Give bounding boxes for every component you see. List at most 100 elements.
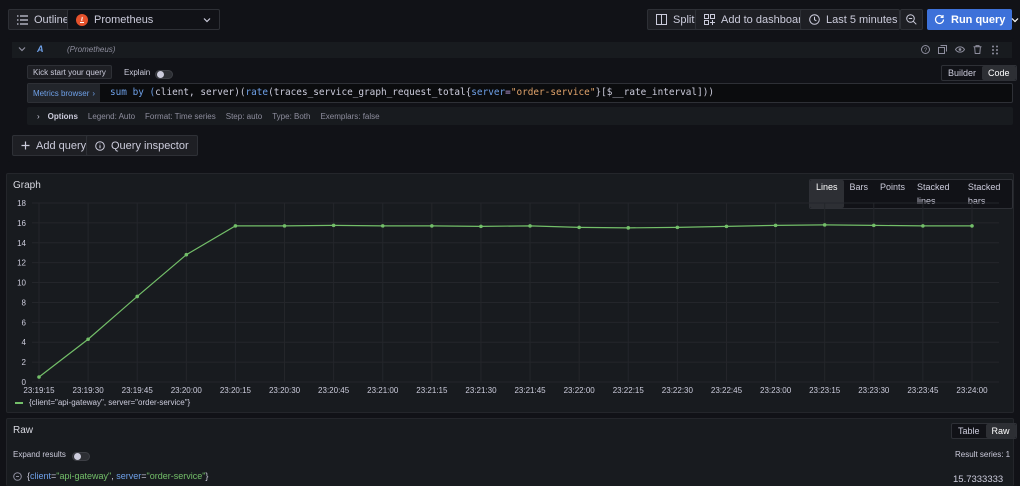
data-point [479, 224, 483, 229]
query-inspector-button[interactable]: Query inspector [86, 135, 198, 156]
run-query-button[interactable]: Run query [927, 9, 1019, 30]
raw-title: Raw [13, 425, 34, 436]
options-label: Options [47, 111, 78, 121]
data-point [184, 252, 189, 257]
time-range-picker[interactable]: Last 5 minutes [800, 9, 911, 30]
y-tick-label: 18 [17, 199, 26, 208]
raw-value-clip: 15.7333333 [953, 471, 1009, 484]
raw-series-labels[interactable]: {client="api-gateway", server="order-ser… [27, 471, 208, 481]
raw-result-value: 15.7333333 [953, 474, 1004, 484]
x-tick-label: 23:23:30 [858, 386, 890, 395]
data-point [37, 375, 41, 379]
x-tick-label: 23:21:30 [465, 386, 497, 395]
split-label: Split [673, 13, 695, 26]
plus-icon [21, 141, 30, 150]
y-tick-label: 2 [22, 358, 27, 367]
x-tick-label: 23:20:30 [269, 386, 301, 395]
chevron-down-icon [203, 17, 211, 23]
data-point [577, 225, 581, 230]
x-tick-label: 23:20:15 [220, 386, 252, 395]
add-query-button[interactable]: Add query [12, 135, 96, 156]
expr-label-client: client [155, 87, 190, 98]
clock-icon [809, 14, 820, 25]
collapse-chevron-icon[interactable] [18, 46, 26, 52]
x-tick-label: 23:22:45 [711, 386, 743, 395]
raw-panel: Raw Table Raw Expand results Result seri… [6, 418, 1017, 486]
y-tick-label: 6 [22, 318, 27, 327]
expand-results-toggle[interactable] [72, 452, 90, 461]
dashboard-icon [704, 14, 715, 25]
raw-close-brace: } [205, 471, 209, 481]
info-icon [95, 140, 105, 151]
data-point [380, 224, 385, 228]
data-point [773, 223, 778, 228]
x-tick-label: 23:19:30 [73, 386, 105, 395]
expr-sum-by: sum by ( [110, 87, 156, 98]
data-point [871, 223, 876, 228]
datasource-picker[interactable]: Prometheus [67, 9, 220, 30]
zoom-out-button[interactable] [900, 9, 923, 30]
data-point [970, 224, 974, 228]
result-series-count: Result series: 1 [955, 450, 1011, 459]
graph-chart: 02468101214161823:19:15 23:19:30 23:19:45 2… [17, 199, 999, 395]
x-tick-label: 23:20:00 [171, 386, 203, 395]
table-view-button[interactable]: Table [952, 424, 986, 438]
x-tick-label: 23:22:15 [613, 386, 645, 395]
kickstart-button[interactable]: Kick start your query [27, 65, 112, 79]
outline-label: Outline [34, 13, 69, 26]
chevron-right-icon: › [37, 111, 40, 121]
expr-metric: (traces_service_graph_request_total{ [268, 87, 472, 98]
graph-panel: Graph Lines Bars Points Stacked lines Stacke… [6, 173, 1014, 413]
data-point [331, 223, 336, 228]
code-mode-button[interactable]: Code [982, 66, 1016, 80]
y-tick-label: 8 [22, 298, 27, 307]
raw-key-client: client [30, 471, 52, 481]
raw-view-button[interactable]: Raw [985, 424, 1016, 438]
x-tick-label: 23:21:15 [416, 386, 448, 395]
expr-paren: )( [234, 87, 246, 98]
x-tick-label: 23:22:30 [662, 386, 694, 395]
x-tick-label: 23:19:45 [122, 386, 154, 395]
list-icon [17, 14, 28, 25]
help-icon[interactable]: ? [921, 45, 930, 54]
y-tick-label: 14 [17, 239, 26, 248]
x-tick-label: 23:23:00 [760, 386, 792, 395]
trash-icon[interactable] [973, 45, 982, 54]
graph-legend[interactable]: {client="api-gateway", server="order-ser… [15, 398, 190, 407]
raw-view-switch: Table Raw [951, 423, 1017, 439]
options-format: Format: Time series [145, 111, 216, 121]
y-tick-label: 10 [17, 279, 26, 288]
data-point [282, 224, 287, 228]
add-to-dashboard-button[interactable]: Add to dashboard [695, 9, 817, 30]
copy-icon[interactable] [13, 472, 22, 481]
data-point [921, 224, 925, 228]
time-range-label: Last 5 minutes [826, 13, 898, 26]
run-query-label: Run query [951, 13, 1006, 26]
builder-mode-button[interactable]: Builder [942, 66, 982, 80]
raw-value-server: "order-service" [146, 471, 206, 481]
x-tick-label: 23:23:15 [809, 386, 841, 395]
metrics-browser-button[interactable]: Metrics browser › [28, 84, 100, 102]
split-icon [656, 14, 667, 25]
expr-matcher-value: "order-service" [510, 87, 596, 98]
options-step: Step: auto [225, 111, 263, 121]
chevron-down-icon [1011, 17, 1019, 23]
metrics-browser-label: Metrics browser [32, 88, 90, 98]
query-expression[interactable]: sum by (client, server)(rate(traces_serv… [110, 87, 714, 98]
prometheus-icon [76, 13, 88, 26]
query-datasource-hint: (Prometheus) [67, 45, 116, 54]
query-ref-id[interactable]: A [37, 44, 44, 54]
query-editor-panel: A (Prometheus) ? Kick start your query E… [8, 38, 1017, 162]
legend-label: {client="api-gateway", server="order-ser… [29, 398, 191, 407]
duplicate-icon[interactable] [938, 45, 947, 54]
options-row[interactable]: › Options Legend: Auto Format: Time seri… [27, 107, 1013, 125]
explain-toggle[interactable] [155, 70, 173, 79]
add-to-dashboard-label: Add to dashboard [721, 13, 808, 26]
y-tick-label: 4 [22, 338, 27, 347]
expr-label-server: server [200, 87, 235, 98]
data-point [86, 337, 90, 342]
query-row-header [12, 42, 1012, 58]
raw-key-server: server [116, 471, 142, 481]
eye-icon[interactable] [955, 45, 965, 54]
drag-handle-icon[interactable] [991, 45, 999, 55]
